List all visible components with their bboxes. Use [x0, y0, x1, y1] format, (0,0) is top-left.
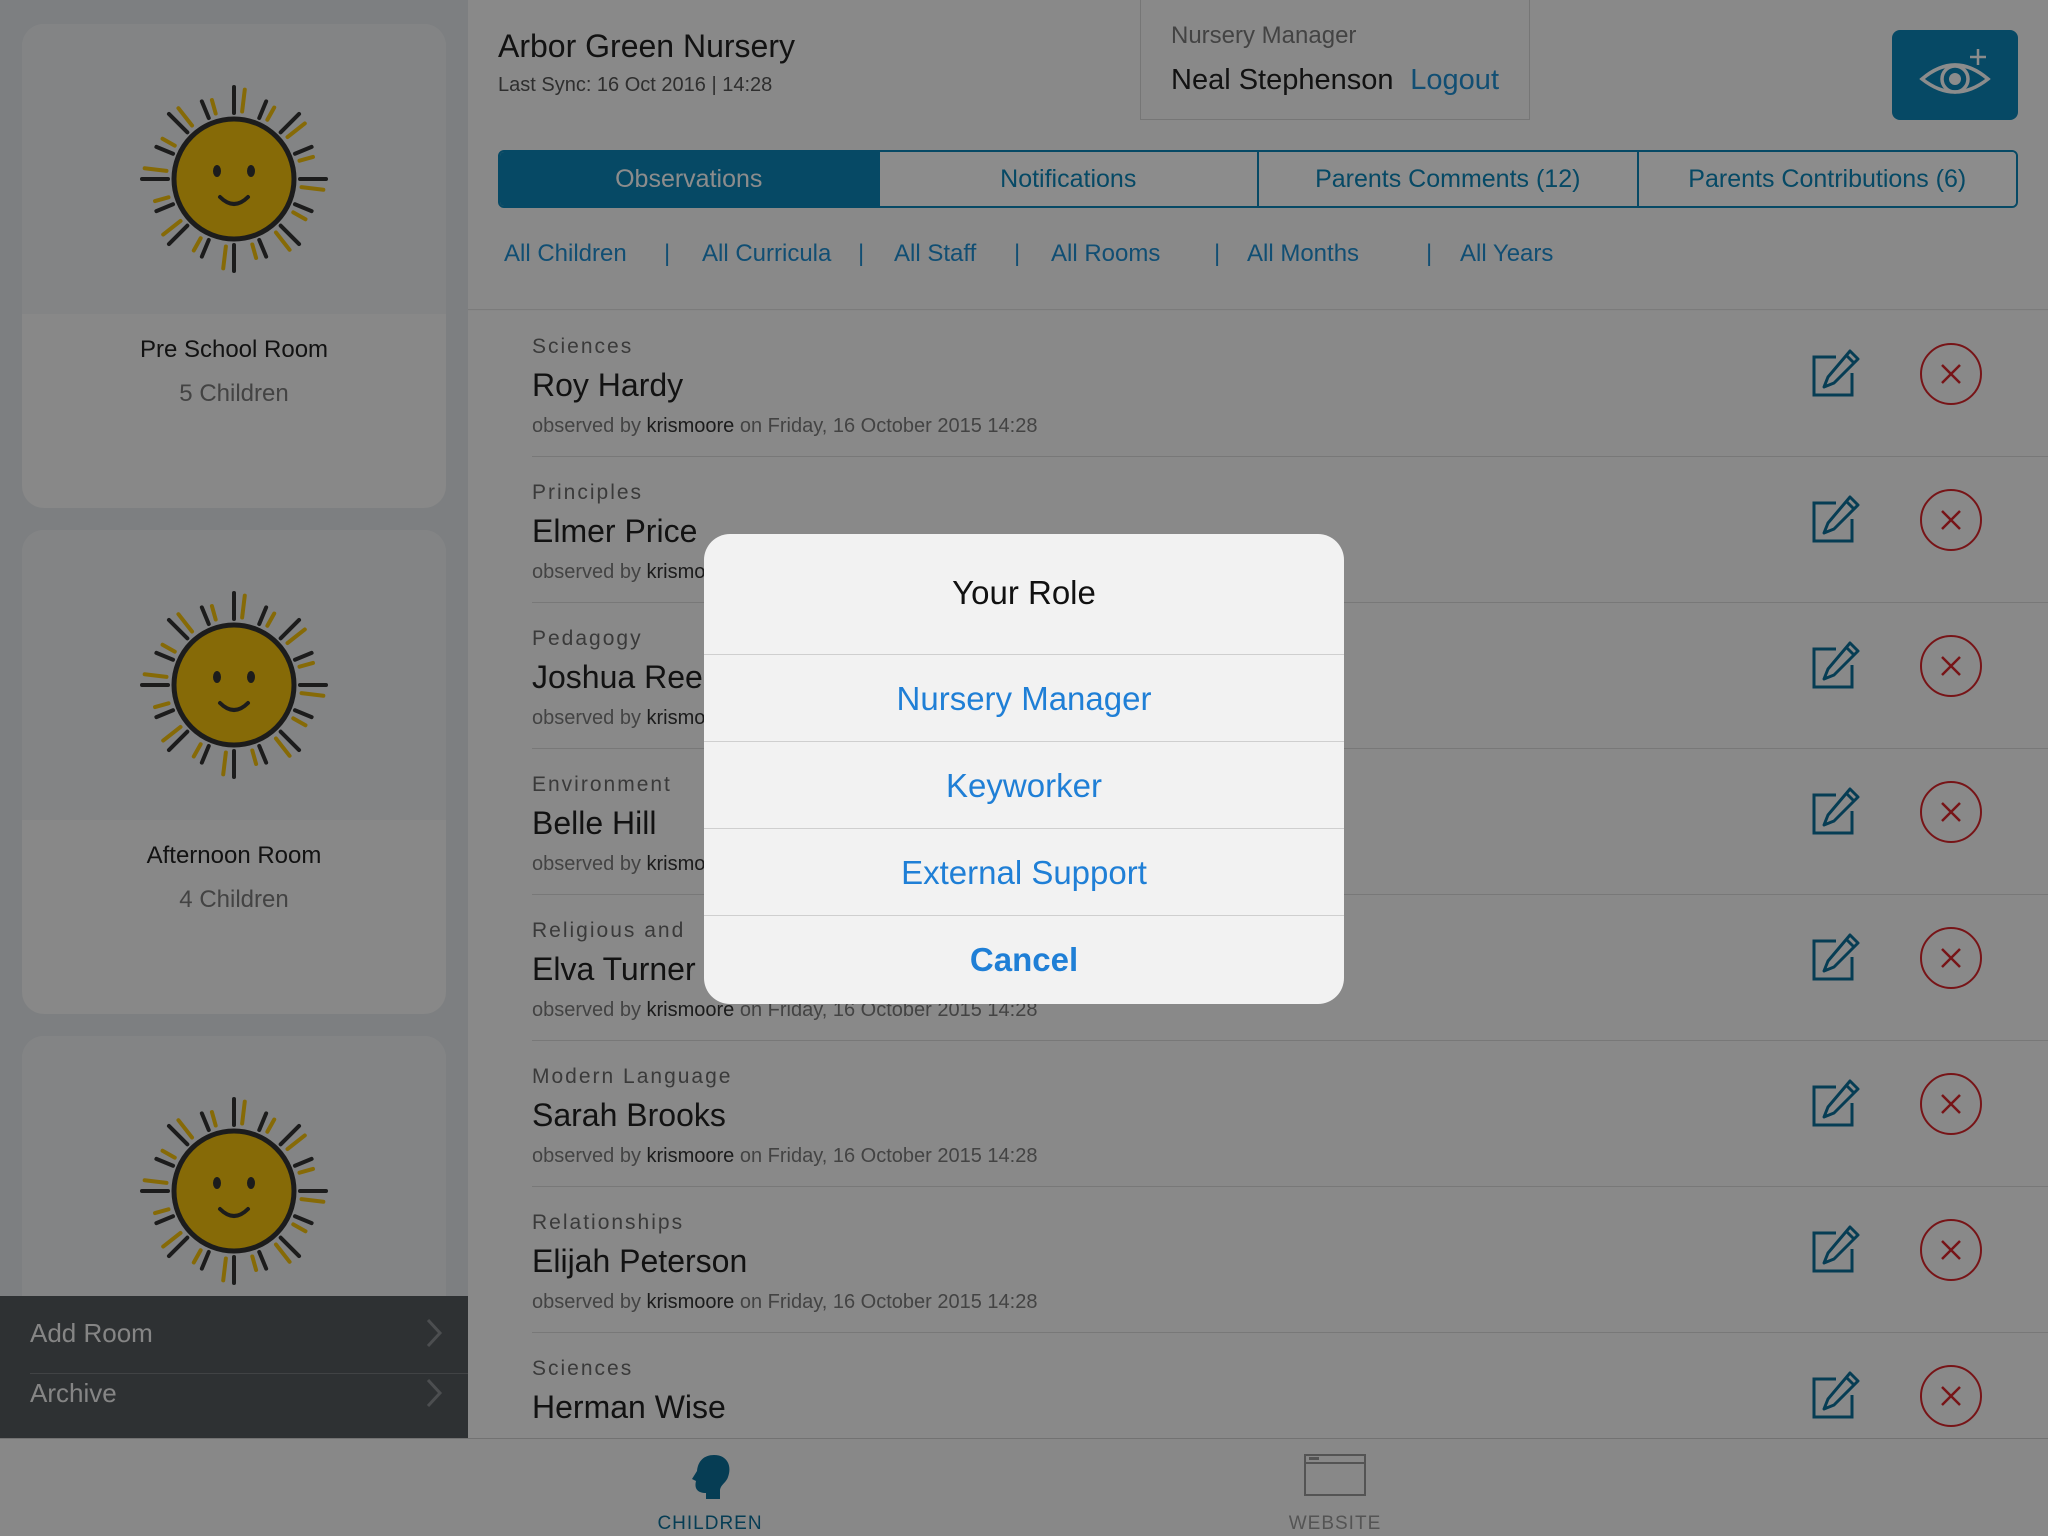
role-dialog: Your Role Nursery Manager Keyworker Exte…	[704, 534, 1344, 1004]
modal-overlay[interactable]: Your Role Nursery Manager Keyworker Exte…	[0, 0, 2048, 1536]
dialog-title: Your Role	[952, 574, 1096, 611]
role-option-nursery-manager[interactable]: Nursery Manager	[704, 654, 1344, 742]
cancel-button[interactable]: Cancel	[704, 915, 1344, 1003]
role-option-external-support[interactable]: External Support	[704, 828, 1344, 916]
role-option-keyworker[interactable]: Keyworker	[704, 741, 1344, 829]
